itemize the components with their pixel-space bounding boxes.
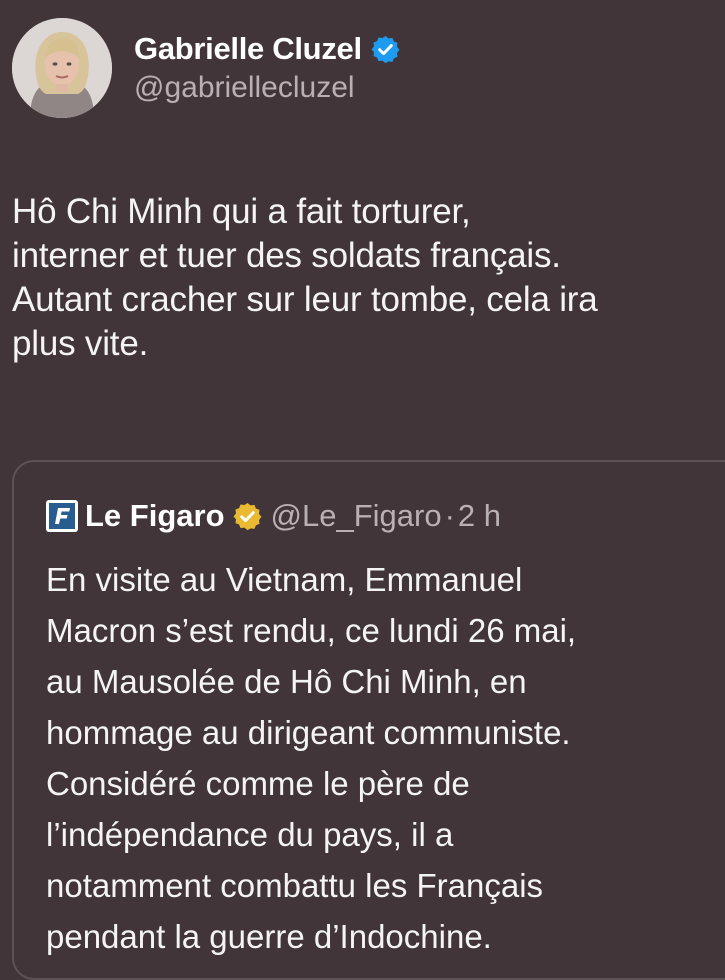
- author-info: Gabrielle Cluzel @gabriellecluzel: [134, 31, 401, 105]
- author-display-name[interactable]: Gabrielle Cluzel: [134, 31, 362, 67]
- author-handle[interactable]: @gabriellecluzel: [134, 71, 401, 105]
- gold-verified-badge-icon: [232, 501, 263, 532]
- quoted-account-name[interactable]: Le Figaro: [85, 498, 225, 534]
- quoted-tweet-timestamp[interactable]: 2 h: [458, 498, 501, 534]
- quoted-account-handle[interactable]: @Le_Figaro: [271, 498, 442, 534]
- quoted-tweet-card[interactable]: Le Figaro @Le_Figaro · 2 h En visite au …: [12, 460, 725, 980]
- author-name-row: Gabrielle Cluzel: [134, 31, 401, 67]
- tweet-header: Gabrielle Cluzel @gabriellecluzel: [12, 18, 401, 118]
- timestamp-separator: ·: [444, 498, 455, 533]
- quoted-tweet-text: En visite au Vietnam, Emmanuel Macron s’…: [46, 561, 577, 955]
- verified-badge-icon: [370, 34, 401, 65]
- avatar[interactable]: [12, 18, 112, 118]
- quoted-tweet-header: Le Figaro @Le_Figaro · 2 h: [46, 498, 501, 534]
- tweet-text: Hô Chi Minh qui a fait torturer, interne…: [12, 192, 598, 363]
- le-figaro-logo-icon: [46, 500, 78, 532]
